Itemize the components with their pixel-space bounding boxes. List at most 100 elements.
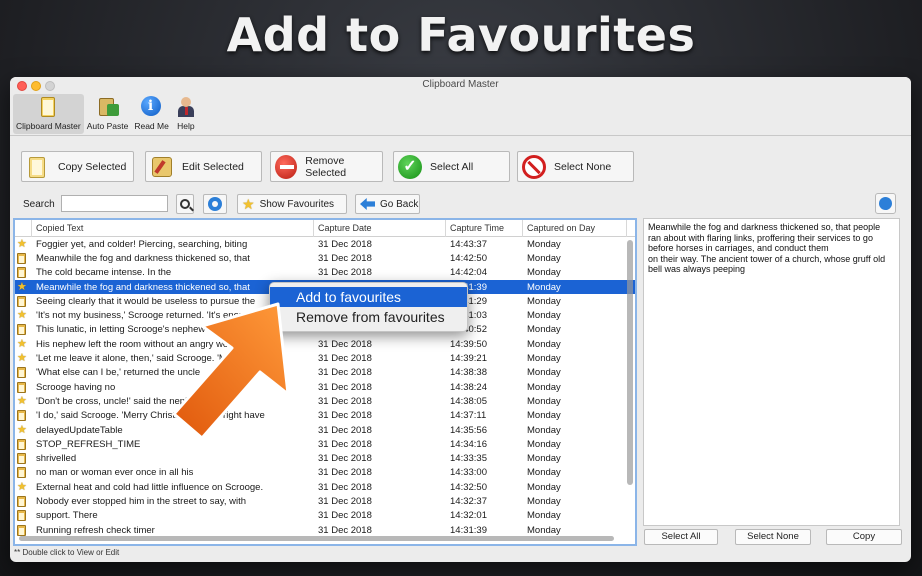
cell-copied-text: Running refresh check timer: [36, 524, 155, 536]
vertical-scrollbar[interactable]: [627, 240, 633, 485]
row-icon-cell: ★: [15, 425, 32, 436]
table-row[interactable]: Scrooge having no 31 Dec 2018 14:38:24 Mond…: [15, 380, 635, 394]
cell-capture-date: 31 Dec 2018: [318, 424, 372, 436]
column-header-capture-date[interactable]: Capture Date: [314, 220, 446, 237]
view-options-button[interactable]: [875, 193, 896, 214]
table-row[interactable]: ★ Foggier yet, and colder! Piercing, sear…: [15, 237, 635, 251]
horizontal-scrollbar[interactable]: [19, 536, 614, 541]
table-row[interactable]: ★ 'Let me leave it alone, then,' said Scr…: [15, 351, 635, 365]
table-row[interactable]: ★ 'Don't be cross, uncle!' said the nephe…: [15, 394, 635, 408]
favourite-star-icon: ★: [17, 353, 27, 365]
column-header-icon[interactable]: [15, 220, 32, 237]
table-row[interactable]: support. There 31 Dec 2018 14:32:01 Monday: [15, 509, 635, 523]
clipboard-item-icon: [17, 381, 26, 393]
cell-capture-time: 14:38:38: [450, 367, 487, 379]
cell-copied-text: External heat and cold had little influe…: [36, 481, 264, 493]
cell-capture-date: 31 Dec 2018: [318, 353, 372, 365]
table-row[interactable]: 'I do,' said Scrooge. 'Merry Christmas! …: [15, 409, 635, 423]
toolbar-help[interactable]: Help: [172, 94, 200, 134]
cell-capture-date: 31 Dec 2018: [318, 453, 372, 465]
cell-captured-day: Monday: [527, 467, 561, 479]
toolbar-clipboard-master[interactable]: Clipboard Master: [13, 94, 84, 134]
preview-select-none-button[interactable]: Select None: [735, 529, 811, 545]
select-all-button[interactable]: ✓ Select All: [393, 151, 510, 182]
title-bar: Clipboard Master: [10, 77, 911, 94]
toolbar-label: Auto Paste: [86, 121, 129, 131]
preview-select-all-button[interactable]: Select All: [644, 529, 718, 545]
column-header-copied-text[interactable]: Copied Text: [32, 220, 314, 237]
table-row[interactable]: The cold became intense. In the 31 Dec 20…: [15, 266, 635, 280]
clipboard-item-icon: [17, 324, 26, 336]
toolbar: Clipboard Master Auto Paste i Read Me He…: [10, 94, 911, 136]
settings-button[interactable]: [203, 194, 227, 214]
cell-capture-date: 31 Dec 2018: [318, 524, 372, 536]
cell-capture-time: 14:37:11: [450, 410, 487, 422]
search-button[interactable]: [176, 194, 194, 214]
clipboard-icon: [26, 155, 50, 179]
toolbar-read-me[interactable]: i Read Me: [131, 94, 172, 134]
search-input[interactable]: [61, 195, 168, 212]
gear-icon: [208, 197, 222, 211]
row-icon-cell: [15, 324, 32, 336]
table-row[interactable]: ★ His nephew left the room without an ang…: [15, 337, 635, 351]
search-label: Search: [23, 199, 55, 210]
clipboard-item-icon: [17, 495, 26, 507]
preview-copy-button[interactable]: Copy: [826, 529, 902, 545]
cell-capture-time: 14:43:37: [450, 238, 487, 250]
clipboard-table[interactable]: Copied Text Capture Date Capture Time Ca…: [13, 218, 637, 546]
favourite-star-icon: ★: [17, 281, 27, 293]
cell-capture-time: 14:35:56: [450, 424, 487, 436]
table-row[interactable]: Nobody ever stopped him in the street to…: [15, 494, 635, 508]
table-row[interactable]: ★ External heat and cold had little influ…: [15, 480, 635, 494]
button-label: Copy Selected: [58, 160, 127, 173]
window-title: Clipboard Master: [422, 79, 499, 90]
cell-captured-day: Monday: [527, 324, 561, 336]
cell-capture-date: 31 Dec 2018: [318, 395, 372, 407]
row-icon-cell: [15, 524, 32, 536]
toolbar-label: Read Me: [134, 121, 169, 131]
cell-capture-date: 31 Dec 2018: [318, 510, 372, 522]
cell-copied-text: Nobody ever stopped him in the street to…: [36, 495, 246, 507]
footnote: ** Double click to View or Edit: [14, 548, 120, 557]
column-header-capture-time[interactable]: Capture Time: [446, 220, 523, 237]
cell-capture-time: 14:32:01: [450, 510, 487, 522]
button-label: Edit Selected: [182, 160, 244, 173]
column-header-captured-day[interactable]: Captured on Day: [523, 220, 627, 237]
favourite-star-icon: ★: [17, 395, 27, 407]
cell-captured-day: Monday: [527, 338, 561, 350]
cell-capture-date: 31 Dec 2018: [318, 495, 372, 507]
toolbar-label: Clipboard Master: [16, 121, 81, 131]
auto-paste-icon: [97, 96, 119, 118]
row-icon-cell: [15, 367, 32, 379]
cell-capture-time: 14:32:37: [450, 495, 487, 507]
edit-selected-button[interactable]: Edit Selected: [145, 151, 262, 182]
go-back-button[interactable]: Go Back: [355, 194, 420, 214]
cell-capture-time: 14:38:05: [450, 395, 487, 407]
table-row[interactable]: no man or woman ever once in all his 31 D…: [15, 466, 635, 480]
cell-copied-text: no man or woman ever once in all his: [36, 467, 194, 479]
clipboard-item-icon: [17, 410, 26, 422]
clipboard-item-icon: [17, 267, 26, 279]
callout-arrow-icon: [172, 302, 290, 440]
show-favourites-button[interactable]: ★ Show Favourites: [237, 194, 347, 214]
preview-text[interactable]: Meanwhile the fog and darkness thickened…: [643, 218, 900, 526]
cell-capture-time: 14:33:35: [450, 453, 487, 465]
cell-capture-date: 31 Dec 2018: [318, 367, 372, 379]
select-none-button[interactable]: Select None: [517, 151, 634, 182]
table-row[interactable]: 'What else can I be,' returned the uncle…: [15, 366, 635, 380]
copy-selected-button[interactable]: Copy Selected: [21, 151, 134, 182]
cell-capture-time: 14:32:50: [450, 481, 487, 493]
toolbar-auto-paste[interactable]: Auto Paste: [84, 94, 132, 134]
search-icon: [180, 199, 190, 209]
remove-selected-button[interactable]: Remove Selected: [270, 151, 383, 182]
row-icon-cell: [15, 495, 32, 507]
favourite-star-icon: ★: [17, 238, 27, 250]
table-row[interactable]: shrivelled 31 Dec 2018 14:33:35 Monday: [15, 451, 635, 465]
headline: Add to Favourites: [226, 8, 696, 62]
table-row[interactable]: ★ delayedUpdateTable 31 Dec 2018 14:35:56 Mo…: [15, 423, 635, 437]
table-row[interactable]: STOP_REFRESH_TIME 31 Dec 2018 14:34:16 Mond…: [15, 437, 635, 451]
cell-copied-text: support. There: [36, 510, 98, 522]
cell-captured-day: Monday: [527, 524, 561, 536]
toolbar-label: Help: [177, 121, 195, 131]
table-row[interactable]: Meanwhile the fog and darkness thickened…: [15, 251, 635, 265]
